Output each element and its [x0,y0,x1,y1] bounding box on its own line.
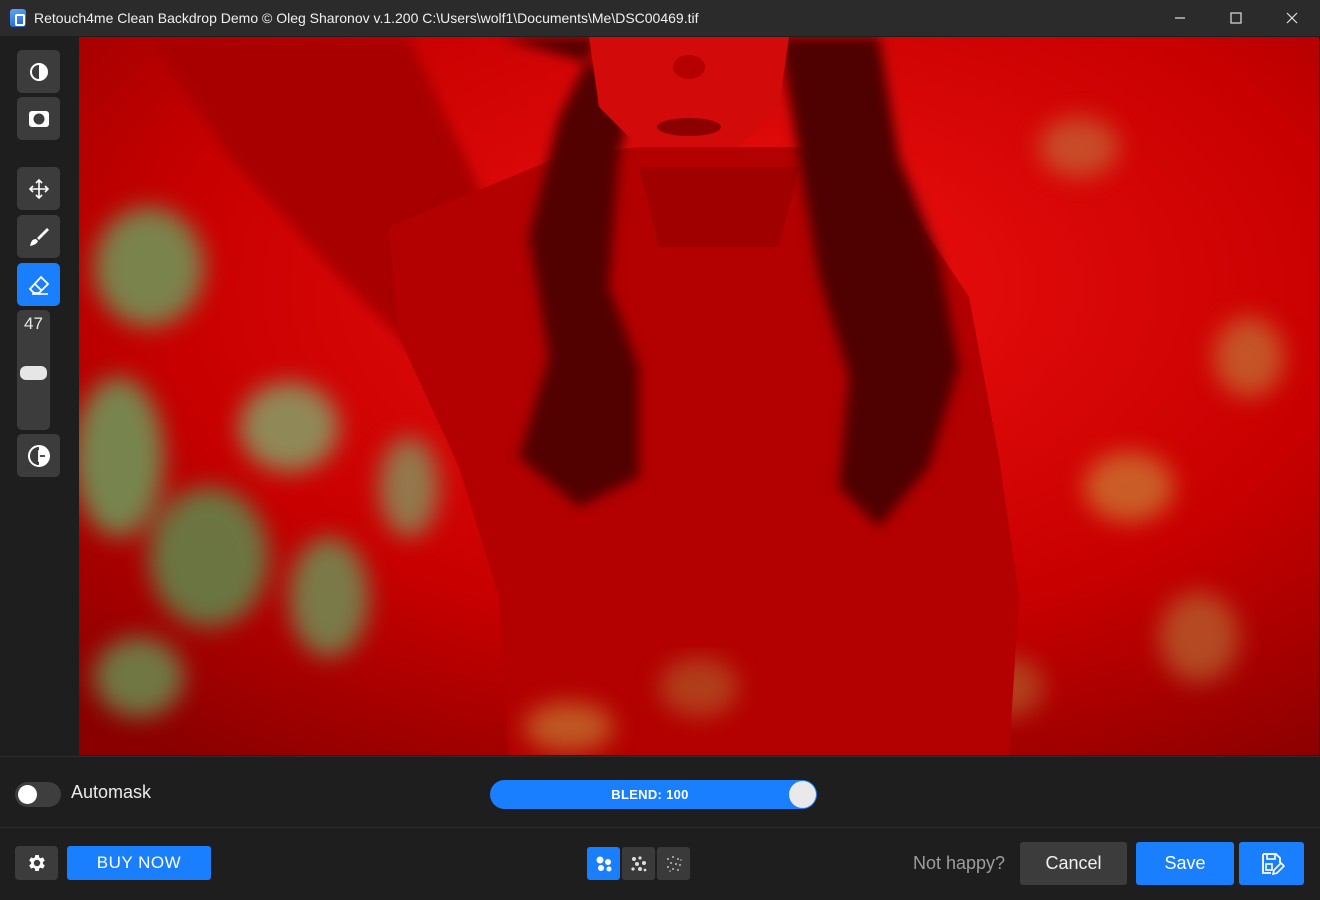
eraser-icon [28,275,49,295]
gear-icon [28,855,45,871]
blend-label: BLEND: 100 [611,787,689,802]
brush-icon [29,227,49,246]
view-mode-large-button[interactable] [587,847,620,880]
controls-row: Automask BLEND: 100 [0,756,1320,828]
eraser-tool-button[interactable] [17,263,60,306]
save-button[interactable]: Save [1136,842,1234,885]
dots-large-icon [596,856,611,871]
mask-icon [28,110,49,127]
blend-slider[interactable]: BLEND: 100 [490,780,817,809]
brush-size-value: 47 [24,314,43,333]
maximize-button[interactable] [1208,0,1264,36]
brush-size-slider[interactable]: 47 [17,310,50,430]
close-button[interactable] [1264,0,1320,36]
automask-toggle[interactable] [15,782,61,807]
window-controls [1152,0,1320,36]
save-edit-icon [1261,852,1285,875]
automask-toggle-knob [18,785,37,804]
close-icon [1286,12,1298,24]
maximize-icon [1230,12,1242,24]
buy-now-button[interactable]: BUY NOW [67,846,211,880]
dots-medium-icon [630,855,646,871]
contrast-icon [29,62,48,81]
brush-tool-button[interactable] [17,215,60,258]
blend-slider-thumb[interactable] [789,781,816,808]
bottom-bar: BUY NOW Not happy? Cancel Save [0,828,1320,900]
not-happy-label: Not happy? [913,853,1006,873]
brush-size-thumb[interactable] [20,366,47,380]
settings-button[interactable] [15,846,58,880]
view-mode-small-button[interactable] [657,847,690,880]
save-as-button[interactable] [1239,842,1304,885]
mask-view-button[interactable] [17,97,60,140]
masked-photo [79,37,1319,755]
minimize-button[interactable] [1152,0,1208,36]
minimize-icon [1175,17,1185,19]
cancel-button[interactable]: Cancel [1020,842,1127,885]
compare-button[interactable] [17,434,60,477]
move-icon [28,178,49,199]
tool-panel: 47 [0,36,78,756]
automask-label: Automask [71,782,152,802]
view-mode-group [587,847,690,880]
window-title: Retouch4me Clean Backdrop Demo © Oleg Sh… [34,10,699,26]
app-logo-icon [10,9,26,27]
contrast-tool-button[interactable] [17,50,60,93]
title-bar: Retouch4me Clean Backdrop Demo © Oleg Sh… [0,0,1320,36]
dots-small-icon [666,855,682,872]
view-mode-medium-button[interactable] [622,847,655,880]
photo-canvas[interactable] [79,37,1319,755]
compare-icon [27,444,50,467]
move-tool-button[interactable] [17,167,60,210]
